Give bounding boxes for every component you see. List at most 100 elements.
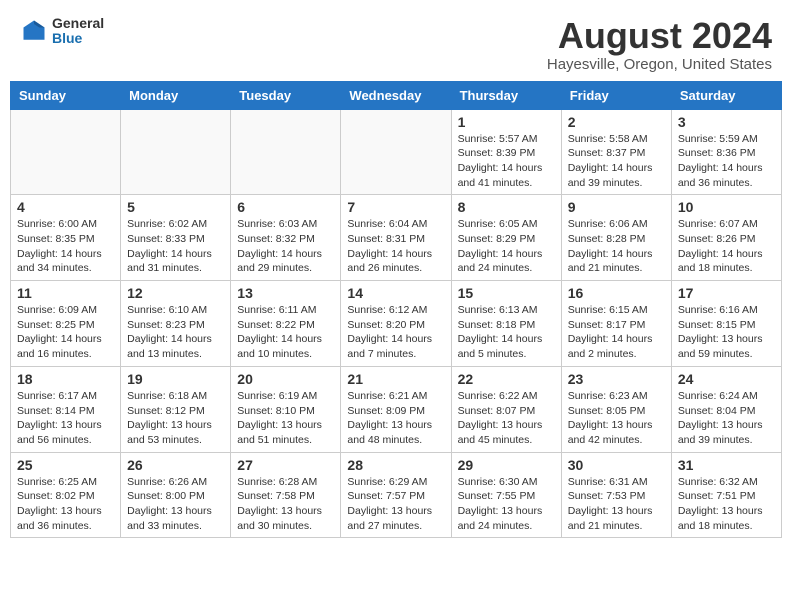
day-cell: 15Sunrise: 6:13 AM Sunset: 8:18 PM Dayli… [451,281,561,367]
day-number: 19 [127,371,224,387]
day-number: 20 [237,371,334,387]
day-cell: 4Sunrise: 6:00 AM Sunset: 8:35 PM Daylig… [11,195,121,281]
logo: General Blue [20,16,104,47]
logo-text: General Blue [52,16,104,47]
calendar-table: SundayMondayTuesdayWednesdayThursdayFrid… [10,81,782,539]
day-number: 2 [568,114,665,130]
calendar-wrapper: SundayMondayTuesdayWednesdayThursdayFrid… [0,81,792,549]
day-cell [11,109,121,195]
day-cell: 13 Sunrise: 6:11 AM Sunset: 8:22 PM Dayli… [231,281,341,367]
logo-blue-label: Blue [52,31,104,46]
day-number: 6 [237,199,334,215]
day-cell [341,109,451,195]
day-cell [231,109,341,195]
day-info: Sunrise: 6:15 AM Sunset: 8:17 PM Dayligh… [568,303,665,362]
day-info: Sunrise: 6:12 AM Sunset: 8:20 PM Dayligh… [347,303,444,362]
logo-icon [20,17,48,45]
day-cell: 31 Sunrise: 6:32 AM Sunset: 7:51 PM Dayli… [671,452,781,538]
day-cell: 8Sunrise: 6:05 AM Sunset: 8:29 PM Daylig… [451,195,561,281]
day-info: Sunrise: 6:26 AM Sunset: 8:00 PM Dayligh… [127,475,224,534]
day-number: 22 [458,371,555,387]
day-number: 29 [458,457,555,473]
day-cell: 6 Sunrise: 6:03 AM Sunset: 8:32 PM Daylig… [231,195,341,281]
day-info: Sunrise: 6:03 AM Sunset: 8:32 PM Dayligh… [237,217,334,276]
day-info: Sunrise: 6:19 AM Sunset: 8:10 PM Dayligh… [237,389,334,448]
day-number: 10 [678,199,775,215]
day-number: 9 [568,199,665,215]
day-cell: 19 Sunrise: 6:18 AM Sunset: 8:12 PM Dayli… [121,366,231,452]
col-header-monday: Monday [121,81,231,109]
day-number: 4 [17,199,114,215]
day-number: 21 [347,371,444,387]
day-cell: 25 Sunrise: 6:25 AM Sunset: 8:02 PM Dayli… [11,452,121,538]
day-cell: 5 Sunrise: 6:02 AM Sunset: 8:33 PM Daylig… [121,195,231,281]
day-info: Sunrise: 6:31 AM Sunset: 7:53 PM Dayligh… [568,475,665,534]
day-cell: 12Sunrise: 6:10 AM Sunset: 8:23 PM Dayli… [121,281,231,367]
header: General Blue August 2024 Hayesville, Ore… [0,0,792,81]
day-info: Sunrise: 6:09 AM Sunset: 8:25 PM Dayligh… [17,303,114,362]
day-cell: 23 Sunrise: 6:23 AM Sunset: 8:05 PM Dayli… [561,366,671,452]
week-row-3: 11Sunrise: 6:09 AM Sunset: 8:25 PM Dayli… [11,281,782,367]
day-number: 8 [458,199,555,215]
day-info: Sunrise: 6:06 AM Sunset: 8:28 PM Dayligh… [568,217,665,276]
day-cell: 30 Sunrise: 6:31 AM Sunset: 7:53 PM Dayli… [561,452,671,538]
day-cell: 2Sunrise: 5:58 AM Sunset: 8:37 PM Daylig… [561,109,671,195]
day-cell: 1 Sunrise: 5:57 AM Sunset: 8:39 PM Daylig… [451,109,561,195]
col-header-saturday: Saturday [671,81,781,109]
day-cell: 17 Sunrise: 6:16 AM Sunset: 8:15 PM Dayli… [671,281,781,367]
day-info: Sunrise: 6:25 AM Sunset: 8:02 PM Dayligh… [17,475,114,534]
day-number: 1 [458,114,555,130]
col-header-wednesday: Wednesday [341,81,451,109]
day-cell: 18 Sunrise: 6:17 AM Sunset: 8:14 PM Dayli… [11,366,121,452]
day-info: Sunrise: 5:59 AM Sunset: 8:36 PM Dayligh… [678,132,775,191]
day-number: 27 [237,457,334,473]
day-number: 18 [17,371,114,387]
day-cell: 24 Sunrise: 6:24 AM Sunset: 8:04 PM Dayli… [671,366,781,452]
day-info: Sunrise: 6:23 AM Sunset: 8:05 PM Dayligh… [568,389,665,448]
day-cell [121,109,231,195]
day-info: Sunrise: 6:16 AM Sunset: 8:15 PM Dayligh… [678,303,775,362]
day-cell: 14Sunrise: 6:12 AM Sunset: 8:20 PM Dayli… [341,281,451,367]
day-cell: 20 Sunrise: 6:19 AM Sunset: 8:10 PM Dayli… [231,366,341,452]
day-info: Sunrise: 6:13 AM Sunset: 8:18 PM Dayligh… [458,303,555,362]
day-cell: 10 Sunrise: 6:07 AM Sunset: 8:26 PM Dayli… [671,195,781,281]
col-header-thursday: Thursday [451,81,561,109]
day-cell: 7Sunrise: 6:04 AM Sunset: 8:31 PM Daylig… [341,195,451,281]
day-number: 30 [568,457,665,473]
col-header-friday: Friday [561,81,671,109]
day-info: Sunrise: 6:11 AM Sunset: 8:22 PM Dayligh… [237,303,334,362]
day-number: 17 [678,285,775,301]
page-title: August 2024 [547,16,772,56]
day-number: 24 [678,371,775,387]
day-cell: 11Sunrise: 6:09 AM Sunset: 8:25 PM Dayli… [11,281,121,367]
day-info: Sunrise: 6:32 AM Sunset: 7:51 PM Dayligh… [678,475,775,534]
week-row-4: 18 Sunrise: 6:17 AM Sunset: 8:14 PM Dayli… [11,366,782,452]
day-number: 31 [678,457,775,473]
page-subtitle: Hayesville, Oregon, United States [547,56,772,73]
col-header-sunday: Sunday [11,81,121,109]
day-info: Sunrise: 6:21 AM Sunset: 8:09 PM Dayligh… [347,389,444,448]
day-number: 26 [127,457,224,473]
day-number: 25 [17,457,114,473]
day-cell: 29Sunrise: 6:30 AM Sunset: 7:55 PM Dayli… [451,452,561,538]
day-number: 23 [568,371,665,387]
day-info: Sunrise: 6:18 AM Sunset: 8:12 PM Dayligh… [127,389,224,448]
day-cell: 3Sunrise: 5:59 AM Sunset: 8:36 PM Daylig… [671,109,781,195]
day-number: 7 [347,199,444,215]
day-number: 13 [237,285,334,301]
day-info: Sunrise: 6:28 AM Sunset: 7:58 PM Dayligh… [237,475,334,534]
day-info: Sunrise: 6:10 AM Sunset: 8:23 PM Dayligh… [127,303,224,362]
day-info: Sunrise: 6:24 AM Sunset: 8:04 PM Dayligh… [678,389,775,448]
day-cell: 22Sunrise: 6:22 AM Sunset: 8:07 PM Dayli… [451,366,561,452]
day-info: Sunrise: 6:07 AM Sunset: 8:26 PM Dayligh… [678,217,775,276]
day-cell: 28Sunrise: 6:29 AM Sunset: 7:57 PM Dayli… [341,452,451,538]
calendar-body: 1 Sunrise: 5:57 AM Sunset: 8:39 PM Daylig… [11,109,782,538]
day-info: Sunrise: 6:02 AM Sunset: 8:33 PM Dayligh… [127,217,224,276]
day-cell: 26 Sunrise: 6:26 AM Sunset: 8:00 PM Dayli… [121,452,231,538]
day-number: 5 [127,199,224,215]
calendar-header: SundayMondayTuesdayWednesdayThursdayFrid… [11,81,782,109]
week-row-1: 1 Sunrise: 5:57 AM Sunset: 8:39 PM Daylig… [11,109,782,195]
day-info: Sunrise: 5:57 AM Sunset: 8:39 PM Dayligh… [458,132,555,191]
day-info: Sunrise: 6:17 AM Sunset: 8:14 PM Dayligh… [17,389,114,448]
day-cell: 27 Sunrise: 6:28 AM Sunset: 7:58 PM Dayli… [231,452,341,538]
